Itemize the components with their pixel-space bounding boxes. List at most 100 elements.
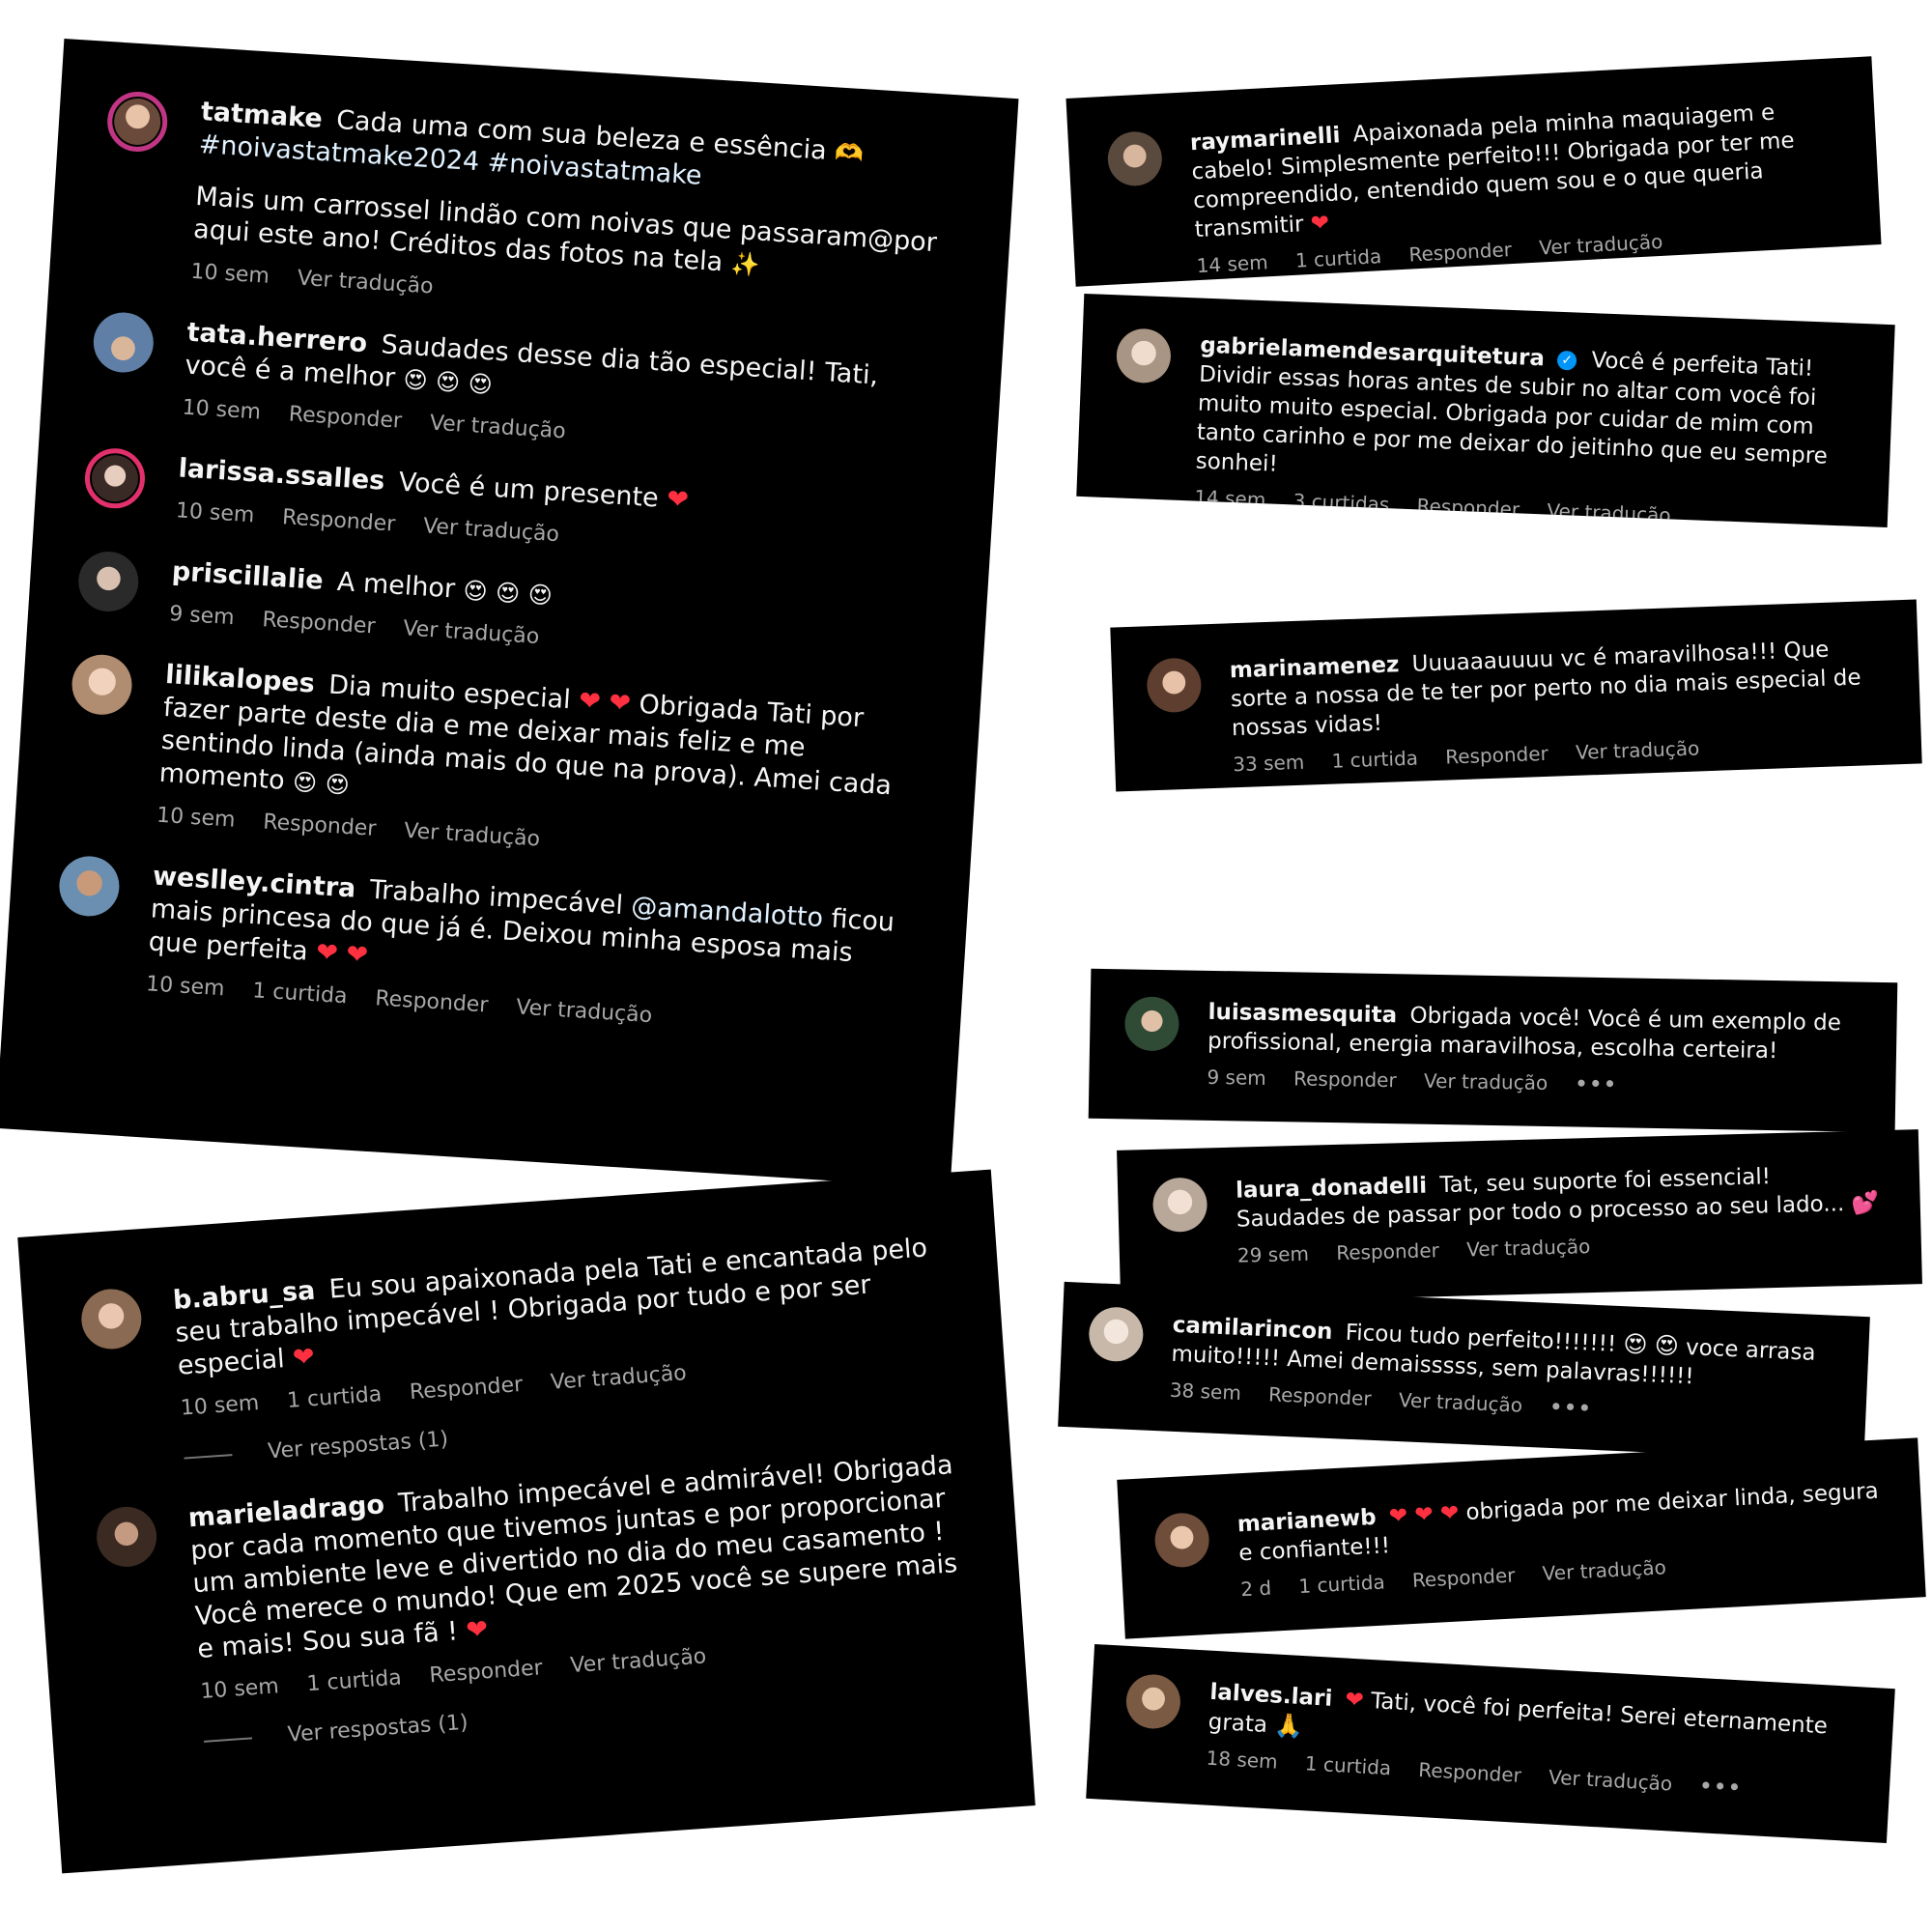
reply-button[interactable]: Responder [409, 1373, 524, 1405]
avatar[interactable] [1106, 129, 1164, 187]
username[interactable]: lalves.lari [1209, 1680, 1333, 1712]
replies-divider [204, 1737, 253, 1743]
comment-card-gabrielamendesarquitetura: gabrielamendesarquitetura ✓ Você é perfe… [1076, 293, 1895, 528]
translate-link[interactable]: Ver tradução [570, 1644, 707, 1678]
heart-icon: ❤ [578, 685, 602, 718]
view-replies-label[interactable]: Ver respostas (1) [287, 1711, 469, 1747]
comment-text: Você é um presente [397, 467, 660, 514]
likes-count[interactable]: 1 curtida [1304, 1751, 1392, 1779]
reply-button[interactable]: Responder [1293, 1066, 1397, 1092]
heart-eyes-icon: 😍 [462, 577, 489, 606]
reply-button[interactable]: Responder [1445, 742, 1548, 769]
comment-item: tata.herrero Saudades desse dia tão espe… [89, 310, 944, 468]
translate-link[interactable]: Ver tradução [550, 1361, 687, 1395]
heart-icon: ❤ [1344, 1687, 1365, 1714]
heart-icon: ❤ [1413, 1501, 1435, 1528]
translate-link[interactable]: Ver tradução [429, 412, 566, 444]
translate-link[interactable]: Ver tradução [1424, 1069, 1548, 1094]
reply-button[interactable]: Responder [429, 1656, 544, 1688]
timestamp: 14 sem [1196, 250, 1269, 278]
avatar[interactable] [1153, 1511, 1211, 1569]
heart-icon: ❤ [345, 939, 369, 971]
timestamp: 10 sem [199, 1674, 280, 1704]
username[interactable]: luisasmesquita [1208, 1000, 1397, 1028]
more-options-icon[interactable]: ••• [1549, 1395, 1593, 1420]
reply-button[interactable]: Responder [1336, 1238, 1439, 1264]
likes-count[interactable]: 1 curtida [252, 979, 349, 1009]
reply-button[interactable]: Responder [281, 505, 396, 536]
two-hearts-icon: 💕 [1851, 1190, 1880, 1216]
timestamp: 18 sem [1206, 1746, 1279, 1774]
comment-text: Trabalho impecável e admirável! Obrigada… [189, 1450, 959, 1665]
reply-button[interactable]: Responder [1408, 238, 1513, 267]
reply-button[interactable]: Responder [263, 810, 378, 841]
translate-link[interactable]: Ver tradução [1539, 230, 1663, 260]
comment-meta: 29 sem Responder Ver tradução [1237, 1227, 1887, 1267]
timestamp: 38 sem [1169, 1378, 1242, 1405]
username[interactable]: marianewb [1236, 1505, 1377, 1537]
username[interactable]: larissa.ssalles [178, 453, 385, 496]
view-replies-label[interactable]: Ver respostas (1) [267, 1427, 448, 1463]
reply-button[interactable]: Responder [288, 402, 403, 433]
likes-count[interactable]: 1 curtida [286, 1382, 383, 1413]
translate-link[interactable]: Ver tradução [1542, 1555, 1666, 1585]
reply-button[interactable]: Responder [1416, 494, 1520, 521]
translate-link[interactable]: Ver tradução [1398, 1388, 1522, 1417]
avatar[interactable] [83, 446, 147, 511]
avatar[interactable] [70, 652, 134, 717]
reply-button[interactable]: Responder [1418, 1758, 1522, 1787]
translate-link[interactable]: Ver tradução [1576, 736, 1700, 763]
translate-link[interactable]: Ver tradução [516, 995, 653, 1028]
avatar[interactable] [1088, 1306, 1145, 1363]
avatar[interactable] [79, 1287, 144, 1351]
comment-card-laura-donadelli: laura_donadelli Tat, seu suporte foi ess… [1117, 1129, 1922, 1305]
avatar[interactable] [1146, 657, 1203, 714]
likes-count[interactable]: 1 curtida [1298, 1570, 1385, 1598]
heart-eyes-icon: 😍 [324, 770, 351, 800]
translate-link[interactable]: Ver tradução [1466, 1235, 1591, 1261]
translate-link[interactable]: Ver tradução [297, 267, 434, 299]
comment-item: lilikalopes Dia muito especial ❤ ❤ Obrig… [64, 652, 923, 875]
username[interactable]: camilarincon [1172, 1313, 1333, 1345]
heart-eyes-icon: 😍 [292, 768, 319, 797]
username[interactable]: raymarinelli [1189, 123, 1341, 156]
avatar[interactable] [95, 1504, 159, 1569]
likes-count[interactable]: 3 curtidas [1293, 489, 1390, 516]
avatar[interactable] [1115, 327, 1172, 384]
translate-link[interactable]: Ver tradução [1547, 499, 1671, 527]
translate-link[interactable]: Ver tradução [422, 514, 559, 547]
more-options-icon[interactable]: ••• [1575, 1071, 1618, 1095]
avatar[interactable] [91, 310, 156, 375]
reply-button[interactable]: Responder [1268, 1382, 1373, 1410]
more-options-icon[interactable]: ••• [1699, 1774, 1744, 1799]
likes-count[interactable]: 1 curtida [1331, 747, 1418, 773]
reply-button[interactable]: Responder [262, 608, 377, 639]
avatar[interactable] [57, 854, 122, 919]
sparkles-icon: ✨ [729, 249, 761, 279]
reply-button[interactable]: Responder [1411, 1563, 1516, 1592]
caption: tatmake Cada uma com sua beleza e essênc… [98, 90, 958, 331]
avatar[interactable] [1123, 996, 1179, 1052]
comment-item: laura_donadelli Tat, seu suporte foi ess… [1151, 1159, 1887, 1269]
avatar[interactable] [1124, 1672, 1182, 1730]
likes-count[interactable]: 1 curtida [1294, 244, 1381, 272]
username[interactable]: laura_donadelli [1236, 1174, 1428, 1204]
likes-count[interactable]: 1 curtida [306, 1665, 403, 1696]
avatar[interactable] [105, 90, 170, 154]
avatar[interactable] [1151, 1177, 1208, 1233]
comment-text: Uuuaaauuuu vc é maravilhosa!!! Que sorte… [1230, 637, 1861, 742]
username[interactable]: priscillalie [171, 556, 324, 596]
translate-link[interactable]: Ver tradução [403, 616, 540, 649]
username[interactable]: marinamenez [1229, 652, 1399, 683]
timestamp: 9 sem [1207, 1065, 1266, 1090]
comment-meta: 9 sem Responder Ver tradução ••• [1207, 1065, 1861, 1100]
comment-card-marianewb: marianewb ❤ ❤ ❤ obrigada por me deixar l… [1117, 1437, 1926, 1639]
translate-link[interactable]: Ver tradução [1548, 1765, 1672, 1795]
main-comments-card: tatmake Cada uma com sua beleza e essênc… [0, 39, 1019, 1188]
timestamp: 10 sem [145, 972, 226, 1002]
heart-icon: ❤ [1388, 1503, 1408, 1530]
username[interactable]: tatmake [200, 97, 324, 134]
reply-button[interactable]: Responder [375, 986, 490, 1017]
translate-link[interactable]: Ver tradução [404, 819, 541, 852]
avatar[interactable] [76, 550, 141, 613]
